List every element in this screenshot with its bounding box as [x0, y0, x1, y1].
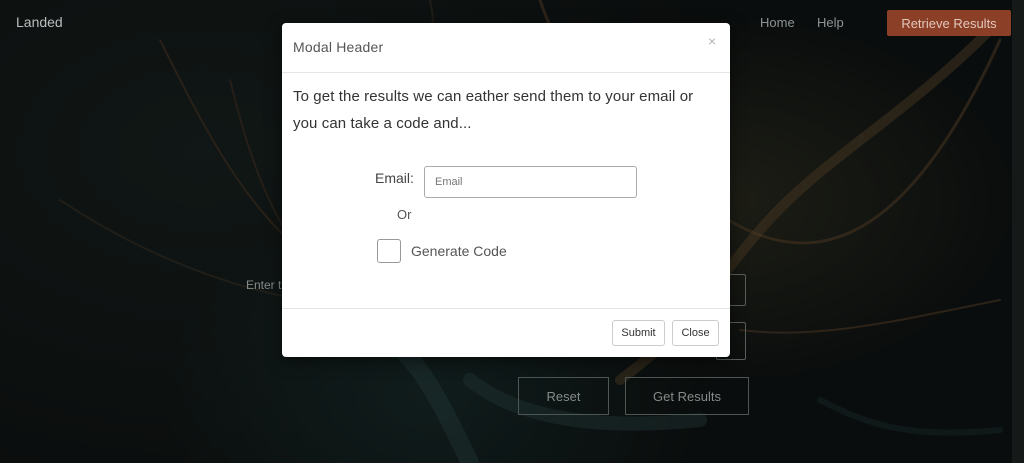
email-label: Email: [375, 170, 414, 186]
generate-code-checkbox[interactable] [377, 239, 401, 263]
page-scrollbar[interactable] [1012, 0, 1024, 463]
modal-body-text: To get the results we can eather send th… [293, 88, 694, 132]
reset-button[interactable]: Reset [518, 377, 609, 415]
nav-link-help[interactable]: Help [817, 15, 844, 30]
modal-footer-divider [282, 308, 730, 309]
submit-button[interactable]: Submit [612, 320, 665, 346]
modal-header-divider [282, 72, 730, 73]
brand-logo[interactable]: Landed [16, 14, 63, 30]
results-modal: Modal Header × To get the results we can… [282, 23, 730, 357]
modal-title: Modal Header [293, 39, 384, 55]
generate-code-label[interactable]: Generate Code [411, 243, 507, 259]
retrieve-results-button[interactable]: Retrieve Results [887, 10, 1011, 36]
close-button[interactable]: Close [672, 320, 719, 346]
close-icon[interactable]: × [708, 33, 716, 49]
or-label: Or [397, 207, 412, 222]
email-input[interactable] [424, 166, 637, 198]
nav-link-home[interactable]: Home [760, 15, 795, 30]
get-results-button[interactable]: Get Results [625, 377, 749, 415]
